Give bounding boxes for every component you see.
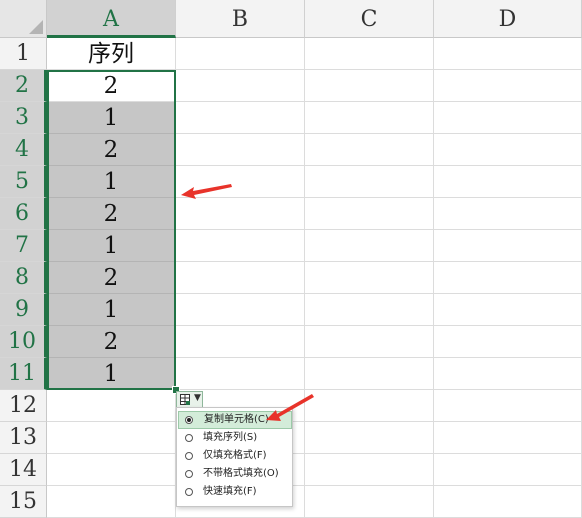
cell-d8[interactable] xyxy=(434,262,582,294)
cell-b10[interactable] xyxy=(176,326,305,358)
cell-d14[interactable] xyxy=(434,454,582,486)
row-header-2[interactable]: 2 xyxy=(0,70,47,102)
cell-c12[interactable] xyxy=(305,390,434,422)
cell-d10[interactable] xyxy=(434,326,582,358)
row-header-4[interactable]: 4 xyxy=(0,134,47,166)
cell-d4[interactable] xyxy=(434,134,582,166)
cell-b6[interactable] xyxy=(176,198,305,230)
cell-d9[interactable] xyxy=(434,294,582,326)
radio-icon xyxy=(185,488,193,496)
cell-a13[interactable] xyxy=(47,422,176,454)
cell-b4[interactable] xyxy=(176,134,305,166)
row-header-8[interactable]: 8 xyxy=(0,262,47,294)
column-header-a[interactable]: A xyxy=(47,0,176,38)
cell-a15[interactable] xyxy=(47,486,176,518)
cell-c3[interactable] xyxy=(305,102,434,134)
row-header-14[interactable]: 14 xyxy=(0,454,47,486)
cell-a12[interactable] xyxy=(47,390,176,422)
column-header-c[interactable]: C xyxy=(305,0,434,38)
row-header-15[interactable]: 15 xyxy=(0,486,47,518)
cell-c6[interactable] xyxy=(305,198,434,230)
row-header-12[interactable]: 12 xyxy=(0,390,47,422)
cell-a9[interactable]: 1 xyxy=(47,294,176,326)
autofill-options-icon xyxy=(180,394,190,405)
cell-d7[interactable] xyxy=(434,230,582,262)
cell-d12[interactable] xyxy=(434,390,582,422)
menu-item-label: 不带格式填充(O) xyxy=(203,468,279,479)
row-header-13[interactable]: 13 xyxy=(0,422,47,454)
column-header-d[interactable]: D xyxy=(434,0,582,38)
menu-item-copy-cells[interactable]: 复制单元格(C) xyxy=(178,411,292,429)
cell-b3[interactable] xyxy=(176,102,305,134)
menu-item-fill-without-formatting[interactable]: 不带格式填充(O) xyxy=(178,465,292,483)
cell-d5[interactable] xyxy=(434,166,582,198)
menu-item-flash-fill[interactable]: 快速填充(F) xyxy=(178,483,292,501)
cell-a5[interactable]: 1 xyxy=(47,166,176,198)
cell-a11[interactable]: 1 xyxy=(47,358,176,390)
cell-c9[interactable] xyxy=(305,294,434,326)
cell-c5[interactable] xyxy=(305,166,434,198)
menu-item-label: 复制单元格(C) xyxy=(204,414,269,425)
cell-d13[interactable] xyxy=(434,422,582,454)
cell-d1[interactable] xyxy=(434,38,582,70)
cell-c15[interactable] xyxy=(305,486,434,518)
cell-c8[interactable] xyxy=(305,262,434,294)
cell-a6[interactable]: 2 xyxy=(47,198,176,230)
radio-icon xyxy=(185,470,193,478)
radio-selected-icon xyxy=(185,416,193,424)
cell-b9[interactable] xyxy=(176,294,305,326)
cell-b11[interactable] xyxy=(176,358,305,390)
menu-item-fill-series[interactable]: 填充序列(S) xyxy=(178,429,292,447)
cell-a1[interactable]: 序列 xyxy=(47,38,176,70)
row-header-6[interactable]: 6 xyxy=(0,198,47,230)
cell-b5[interactable] xyxy=(176,166,305,198)
select-all-corner[interactable] xyxy=(0,0,47,38)
spreadsheet-grid: A B C D 1 序列 2 2 3 1 4 2 5 1 6 2 7 1 8 2 9 1 10 2 11 1 12 13 14 1… xyxy=(0,0,582,518)
menu-item-label: 快速填充(F) xyxy=(203,486,257,497)
menu-item-fill-formatting-only[interactable]: 仅填充格式(F) xyxy=(178,447,292,465)
row-header-7[interactable]: 7 xyxy=(0,230,47,262)
cell-a10[interactable]: 2 xyxy=(47,326,176,358)
radio-icon xyxy=(185,452,193,460)
cell-c10[interactable] xyxy=(305,326,434,358)
cell-c13[interactable] xyxy=(305,422,434,454)
column-header-b[interactable]: B xyxy=(176,0,305,38)
cell-d2[interactable] xyxy=(434,70,582,102)
radio-icon xyxy=(185,434,193,442)
row-header-11[interactable]: 11 xyxy=(0,358,47,390)
cell-a8[interactable]: 2 xyxy=(47,262,176,294)
chevron-down-icon: ▼ xyxy=(194,393,201,403)
cell-a14[interactable] xyxy=(47,454,176,486)
menu-item-label: 填充序列(S) xyxy=(203,432,258,443)
cell-c1[interactable] xyxy=(305,38,434,70)
autofill-options-button[interactable]: ▼ xyxy=(176,391,203,408)
cell-c4[interactable] xyxy=(305,134,434,166)
row-header-10[interactable]: 10 xyxy=(0,326,47,358)
cell-a3[interactable]: 1 xyxy=(47,102,176,134)
cell-b8[interactable] xyxy=(176,262,305,294)
row-header-3[interactable]: 3 xyxy=(0,102,47,134)
cell-d3[interactable] xyxy=(434,102,582,134)
cell-c14[interactable] xyxy=(305,454,434,486)
cell-b1[interactable] xyxy=(176,38,305,70)
cell-b2[interactable] xyxy=(176,70,305,102)
cell-c11[interactable] xyxy=(305,358,434,390)
row-header-5[interactable]: 5 xyxy=(0,166,47,198)
cell-c2[interactable] xyxy=(305,70,434,102)
cell-d15[interactable] xyxy=(434,486,582,518)
cell-d6[interactable] xyxy=(434,198,582,230)
cell-d11[interactable] xyxy=(434,358,582,390)
menu-item-label: 仅填充格式(F) xyxy=(203,450,267,461)
autofill-options-menu: 复制单元格(C) 填充序列(S) 仅填充格式(F) 不带格式填充(O) 快速填充… xyxy=(176,407,293,507)
cell-a2[interactable]: 2 xyxy=(47,70,176,102)
row-header-9[interactable]: 9 xyxy=(0,294,47,326)
cell-a7[interactable]: 1 xyxy=(47,230,176,262)
cell-c7[interactable] xyxy=(305,230,434,262)
row-header-1[interactable]: 1 xyxy=(0,38,47,70)
cell-b7[interactable] xyxy=(176,230,305,262)
cell-a4[interactable]: 2 xyxy=(47,134,176,166)
